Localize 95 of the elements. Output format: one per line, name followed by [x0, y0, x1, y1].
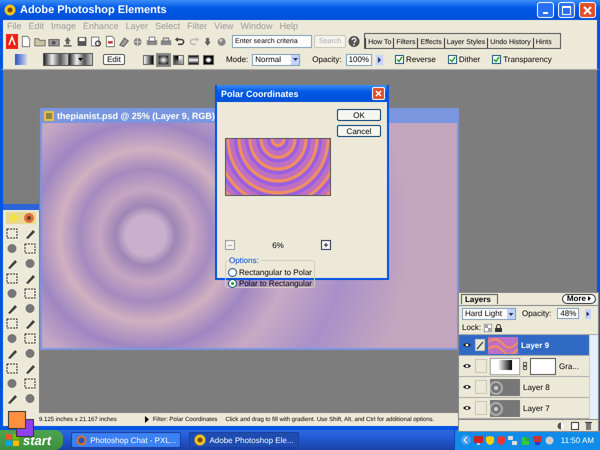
- sunflower-logo-icon: [4, 4, 16, 16]
- caret-icon: [78, 58, 83, 61]
- network-icon[interactable]: [508, 436, 518, 444]
- zoom-in-button[interactable]: [321, 240, 331, 250]
- print-preview-icon[interactable]: [90, 34, 102, 48]
- layer-name: Gra...: [559, 362, 580, 371]
- checkbox-label: Reverse: [406, 55, 436, 64]
- chevron-icon[interactable]: [460, 435, 471, 445]
- opacity-field[interactable]: 100%: [346, 54, 372, 66]
- angle-gradient-button[interactable]: [173, 54, 184, 64]
- layer-name: Layer 7: [523, 404, 550, 413]
- plus-icon: [324, 243, 328, 247]
- layers-tab[interactable]: Layers: [461, 294, 498, 304]
- zoom-level: 6%: [272, 240, 284, 250]
- lock-label: Lock:: [462, 323, 482, 332]
- start-button[interactable]: start: [0, 430, 64, 450]
- layer-thumbnail: [490, 400, 520, 417]
- windows-logo-icon: [6, 434, 19, 446]
- window-title: Adobe Photoshop Elements: [20, 4, 168, 16]
- sunflower-icon: [194, 434, 206, 446]
- close-icon: [375, 90, 382, 97]
- mask-thumbnail: [530, 358, 556, 375]
- caret-icon: [292, 58, 298, 61]
- layer-row[interactable]: Layer 9: [459, 335, 589, 356]
- chain-icon: [523, 362, 527, 370]
- sunflower-logo-icon: [6, 212, 36, 224]
- radio-label: Polar to Rectangular: [239, 279, 312, 288]
- opacity-label: Opacity:: [312, 55, 342, 64]
- gradient-thumbnail: [490, 358, 520, 375]
- layer-row[interactable]: Layer 8: [459, 377, 589, 398]
- radio-button[interactable]: [228, 268, 237, 277]
- layer-row[interactable]: Layer 7: [459, 398, 589, 420]
- adobe-logo-icon: [6, 34, 18, 48]
- layer-row[interactable]: Gra...: [459, 356, 589, 378]
- taskbar-button[interactable]: Adobe Photoshop Ele...: [189, 432, 299, 448]
- trash-icon[interactable]: [585, 422, 592, 430]
- brush-icon: [475, 339, 485, 352]
- edit-button[interactable]: Edit: [103, 54, 125, 65]
- close-button[interactable]: [579, 2, 596, 18]
- blend-mode-dropdown[interactable]: Hard Light: [462, 308, 516, 320]
- gradient-tool-icon[interactable]: [15, 54, 27, 65]
- layer-name: Layer 9: [521, 340, 550, 350]
- layer-thumbnail: [490, 378, 520, 396]
- gradient-picker[interactable]: [43, 53, 93, 66]
- close-button[interactable]: [372, 87, 385, 100]
- close-icon: [583, 6, 592, 14]
- monitor-icon[interactable]: [474, 436, 483, 444]
- maximize-button[interactable]: [558, 2, 575, 18]
- globe-icon: [76, 434, 88, 446]
- checkbox[interactable]: [448, 55, 457, 64]
- checkerboard-icon[interactable]: [484, 324, 492, 332]
- checkbox-label: Transparency: [503, 55, 552, 64]
- reflected-gradient-button[interactable]: [188, 54, 199, 64]
- opacity-label: Opacity:: [522, 309, 552, 318]
- options-label: Options:: [228, 256, 260, 265]
- mode-dropdown[interactable]: Normal: [252, 54, 300, 66]
- radio-button[interactable]: [228, 279, 237, 288]
- document-icon: [44, 110, 54, 120]
- marquee-icon[interactable]: [5, 227, 19, 240]
- linear-gradient-button[interactable]: [143, 54, 154, 64]
- minus-icon: [228, 244, 232, 246]
- arrow-button[interactable]: [376, 54, 384, 64]
- cancel-button[interactable]: Cancel: [337, 125, 381, 137]
- diamond-gradient-button[interactable]: [203, 54, 214, 64]
- minimize-button[interactable]: [537, 2, 554, 18]
- padlock-icon[interactable]: [495, 324, 502, 332]
- brush-icon[interactable]: [23, 317, 37, 330]
- maximize-icon: [562, 6, 571, 14]
- help-icon[interactable]: [348, 34, 360, 48]
- more-button[interactable]: More: [562, 294, 596, 304]
- checkbox[interactable]: [395, 55, 404, 64]
- ok-button[interactable]: OK: [337, 109, 381, 121]
- checkbox-label: Dither: [458, 55, 480, 64]
- brush-icon[interactable]: [5, 257, 19, 270]
- document-icon[interactable]: [104, 34, 116, 48]
- arrow-icon[interactable]: [144, 416, 149, 423]
- new-layer-icon[interactable]: [571, 422, 579, 430]
- adjustment-icon[interactable]: [557, 422, 565, 430]
- pattern-thumbnail: [488, 336, 518, 354]
- clock: 11:50 AM: [560, 436, 594, 444]
- dialog-title: Polar Coordinates: [221, 88, 299, 98]
- foreground-color-swatch[interactable]: [8, 411, 26, 429]
- document-title: thepianist.psd @ 25% (Layer 9, RGB): [57, 110, 215, 120]
- layer-name: Layer 8: [523, 382, 550, 392]
- radio-label: Rectangular to Polar: [239, 268, 312, 277]
- mode-label: Mode:: [226, 55, 248, 64]
- arrow-button[interactable]: [585, 308, 592, 319]
- opacity-field[interactable]: 48%: [557, 308, 580, 320]
- zoom-out-button[interactable]: [225, 240, 235, 250]
- taskbar-button[interactable]: Photoshop Chat - PXL...: [71, 432, 182, 448]
- caret-icon: [507, 308, 515, 319]
- radial-gradient-button[interactable]: [158, 54, 169, 64]
- new-document-icon[interactable]: [20, 34, 32, 48]
- arrow-icon: [588, 296, 591, 302]
- checkbox[interactable]: [492, 55, 502, 64]
